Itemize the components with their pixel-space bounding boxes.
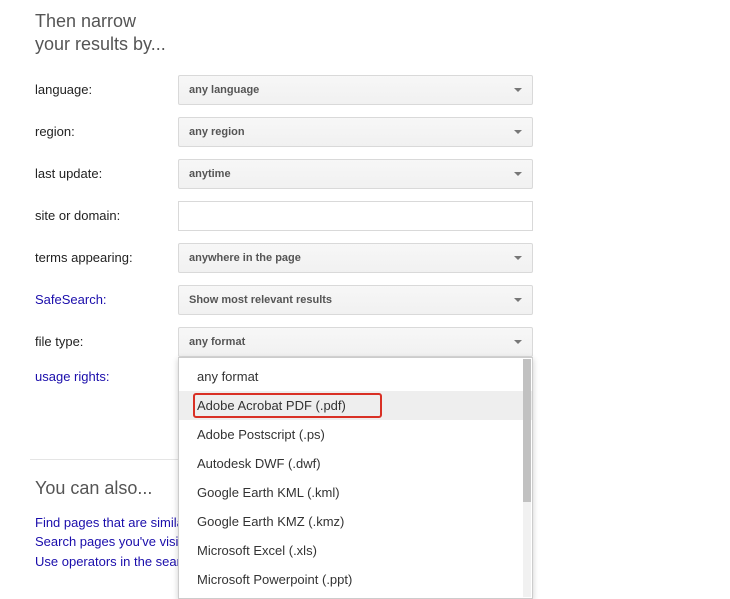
label-safesearch[interactable]: SafeSearch: — [35, 292, 178, 307]
chevron-down-icon — [514, 172, 522, 176]
row-last-update: last update: anytime — [35, 159, 730, 189]
dropdown-option[interactable]: Google Earth KMZ (.kmz) — [179, 507, 532, 536]
chevron-down-icon — [514, 340, 522, 344]
select-region[interactable]: any region — [178, 117, 533, 147]
select-file-type[interactable]: any format — [178, 327, 533, 357]
dropdown-file-type: any formatAdobe Acrobat PDF (.pdf)Adobe … — [178, 357, 533, 599]
dropdown-option[interactable]: Adobe Postscript (.ps) — [179, 420, 532, 449]
select-language-value: any language — [189, 84, 259, 96]
select-region-value: any region — [189, 126, 245, 138]
scrollbar-thumb[interactable] — [523, 359, 531, 502]
label-language: language: — [35, 82, 178, 97]
chevron-down-icon — [514, 298, 522, 302]
label-file-type: file type: — [35, 334, 178, 349]
select-last-update[interactable]: anytime — [178, 159, 533, 189]
row-region: region: any region — [35, 117, 730, 147]
label-region: region: — [35, 124, 178, 139]
row-terms-appearing: terms appearing: anywhere in the page — [35, 243, 730, 273]
narrow-results-header: Then narrow your results by... — [35, 10, 175, 57]
row-site-or-domain: site or domain: — [35, 201, 730, 231]
label-last-update: last update: — [35, 166, 178, 181]
dropdown-option[interactable]: Microsoft Excel (.xls) — [179, 536, 532, 565]
dropdown-option[interactable]: Autodesk DWF (.dwf) — [179, 449, 532, 478]
label-usage-rights[interactable]: usage rights: — [35, 369, 178, 384]
select-last-update-value: anytime — [189, 168, 231, 180]
select-safesearch-value: Show most relevant results — [189, 294, 332, 306]
row-file-type: file type: any format any formatAdobe Ac… — [35, 327, 730, 357]
input-site-or-domain[interactable] — [178, 201, 533, 231]
row-safesearch: SafeSearch: Show most relevant results — [35, 285, 730, 315]
select-terms-appearing[interactable]: anywhere in the page — [178, 243, 533, 273]
dropdown-option[interactable]: any format — [179, 362, 532, 391]
dropdown-option[interactable]: Microsoft Powerpoint (.ppt) — [179, 565, 532, 594]
dropdown-option[interactable]: Adobe Acrobat PDF (.pdf) — [179, 391, 532, 420]
row-language: language: any language — [35, 75, 730, 105]
scrollbar[interactable] — [523, 359, 531, 597]
chevron-down-icon — [514, 130, 522, 134]
label-site-or-domain: site or domain: — [35, 208, 178, 223]
chevron-down-icon — [514, 88, 522, 92]
label-terms-appearing: terms appearing: — [35, 250, 178, 265]
select-terms-appearing-value: anywhere in the page — [189, 252, 301, 264]
select-safesearch[interactable]: Show most relevant results — [178, 285, 533, 315]
dropdown-option[interactable]: Google Earth KML (.kml) — [179, 478, 532, 507]
chevron-down-icon — [514, 256, 522, 260]
select-file-type-value: any format — [189, 336, 245, 348]
highlight-annotation — [193, 393, 382, 418]
select-language[interactable]: any language — [178, 75, 533, 105]
